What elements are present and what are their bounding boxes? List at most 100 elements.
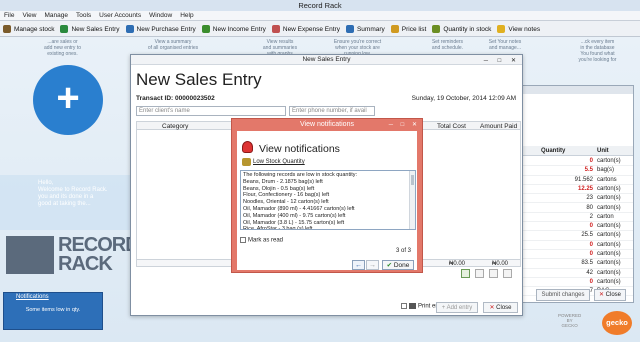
stock-qty: 2 (589, 213, 593, 220)
low-stock-item: Oil, Mamador (400 ml) - 9.75 carton(s) l… (243, 212, 346, 219)
stock-qty: 25.5 (581, 232, 593, 239)
stock-row[interactable]: 0 carton(s) (523, 157, 633, 167)
menu-file[interactable]: File (0, 11, 18, 21)
notification-list[interactable]: The following records are low in stock q… (240, 170, 416, 230)
toolbar-summary-button[interactable]: Summary (343, 21, 388, 36)
app-title: Record Rack (298, 1, 342, 10)
stock-row[interactable]: 23 carton(s) (523, 194, 633, 204)
tile-text-database: ...ck every item in the database You fou… (578, 39, 617, 63)
stock-unit: bag(s) (597, 167, 615, 174)
edit-icon[interactable] (489, 269, 498, 278)
stock-window-titlebar (523, 86, 633, 94)
toolbar-manage-stock-button[interactable]: Manage stock (0, 21, 57, 36)
stock-unit: carton(s) (597, 223, 621, 230)
next-arrow-icon[interactable]: → (366, 260, 379, 270)
dollar-icon (60, 25, 69, 33)
stock-row[interactable]: 0 carton(s) (523, 241, 633, 250)
stock-row[interactable]: 0 carton(s) (523, 278, 633, 288)
check-icon: ✔ (386, 262, 393, 269)
toolbar-label: Quantity in stock (443, 25, 492, 33)
window-controls-icon[interactable]: ─ □ ✕ (484, 56, 520, 66)
delete-icon[interactable] (503, 269, 512, 278)
submit-changes-button[interactable]: Submit changes (536, 289, 590, 301)
toolbar-quantity-in-stock-button[interactable]: Quantity in stock (429, 21, 494, 36)
toolbar-label: Price list (401, 25, 427, 33)
gecko-logo: gecko (602, 311, 632, 335)
toolbar-new-sales-entry-button[interactable]: New Sales Entry (57, 21, 122, 36)
client-name-input[interactable]: Enter client's name (136, 106, 286, 116)
menu-help[interactable]: Help (176, 11, 197, 21)
menu-user-accounts[interactable]: User Accounts (95, 11, 145, 21)
toolbar-price-list-button[interactable]: Price list (388, 21, 430, 36)
stock-qty: 42 (586, 269, 593, 276)
stock-unit: cartons (597, 176, 617, 183)
low-stock-item: Oil, Mamador (890 ml) - 4.41667 carton(s… (243, 205, 355, 212)
low-stock-item: Beans, Drum - 2.1875 bag(s) left (243, 178, 323, 185)
refresh-icon[interactable] (461, 269, 470, 278)
stock-row[interactable]: 12.25 carton(s) (523, 185, 633, 195)
sales-window-title: New Sales Entry (302, 56, 351, 63)
toolbar-label: New Expense Entry (282, 25, 340, 33)
scrollbar-thumb[interactable] (411, 175, 414, 185)
list-scrollbar[interactable] (409, 171, 415, 229)
notification-title[interactable]: Notifications (4, 293, 102, 302)
toolbar-new-purchase-entry-button[interactable]: New Purchase Entry (123, 21, 199, 36)
notification-toast[interactable]: Notifications Some items low in qty. (3, 292, 103, 330)
transaction-id: Transact ID: 00000023502 (136, 95, 215, 102)
menu-tools[interactable]: Tools (72, 11, 95, 21)
stock-row[interactable]: 5.5 bag(s) (523, 166, 633, 176)
stock-row[interactable]: 42 carton(s) (523, 269, 633, 278)
stock-qty: 7 (589, 288, 593, 295)
toolbar-label: Summary (356, 25, 385, 33)
low-stock-link[interactable]: Low Stock Quantity (253, 159, 305, 165)
stock-row[interactable]: 83.5 carton(s) (523, 259, 633, 269)
previous-arrow-icon[interactable]: ← (352, 260, 365, 270)
notifications-heading: View notifications (259, 143, 340, 155)
stock-qty: 0 (589, 241, 593, 248)
toolbar-new-expense-entry-button[interactable]: New Expense Entry (269, 21, 343, 36)
stock-unit: carton(s) (597, 260, 621, 267)
stock-row[interactable]: 91.562 cartons (523, 176, 633, 185)
toolbar-view-notes-button[interactable]: View notes (494, 21, 543, 36)
category-header: Category (162, 123, 189, 130)
stock-row[interactable]: 80 carton(s) (523, 204, 633, 213)
stock-row[interactable]: 25.5 carton(s) (523, 231, 633, 241)
done-button[interactable]: ✔ Done (382, 260, 414, 270)
stock-qty: 0 (589, 251, 593, 257)
sales-window-titlebar: New Sales Entry ─ □ ✕ (131, 55, 522, 65)
chart-icon (345, 25, 354, 33)
stock-close-button[interactable]: ✕ Close (594, 289, 626, 301)
clear-icon[interactable] (475, 269, 484, 278)
stock-unit: carton(s) (597, 269, 621, 276)
toolbar-new-income-entry-button[interactable]: New Income Entry (199, 21, 269, 36)
add-entry-button[interactable]: + Add entry (436, 302, 478, 313)
menu-window[interactable]: Window (145, 11, 176, 21)
stock-qty: 0 (589, 278, 593, 285)
main-title-bar: Record Rack (0, 0, 640, 11)
add-sales-plus-icon[interactable]: + (33, 65, 103, 135)
powered-by: POWERED BY GECKO (558, 313, 582, 328)
menu-view[interactable]: View (18, 11, 40, 21)
stock-unit: carton(s) (597, 158, 621, 164)
stock-unit: carton(s) (597, 185, 621, 192)
stock-row[interactable]: 0 carton(s) (523, 222, 633, 232)
close-icon: ✕ (489, 305, 495, 311)
stock-unit: carton (597, 213, 614, 220)
stock-unit: carton(s) (597, 278, 621, 285)
date-time: Sunday, 19 October, 2014 12:09 AM (411, 95, 516, 102)
stock-row[interactable]: 2 carton (523, 213, 633, 223)
dialog-controls-icon[interactable]: ─ □ ✕ (389, 120, 420, 131)
low-stock-item: Rice, AfroStar - 3 bag (s) left (243, 226, 313, 230)
checkbox-icon[interactable] (240, 237, 246, 243)
sales-close-button[interactable]: ✕ Close (483, 302, 518, 313)
amount-paid-header: Amount Paid (480, 123, 518, 130)
stock-row[interactable]: 0 carton(s) (523, 250, 633, 260)
phone-input[interactable]: Enter phone number, if avail (289, 106, 375, 116)
stock-unit: carton(s) (597, 195, 621, 202)
mark-as-read-checkbox[interactable]: Mark as read (240, 237, 283, 244)
record-rack-logo-icon (6, 236, 54, 274)
notification-body: Some items low in qty. (25, 307, 81, 313)
menu-manage[interactable]: Manage (40, 11, 72, 21)
checkbox-icon[interactable] (401, 303, 407, 309)
qty-column-header: Quantity (541, 148, 566, 154)
